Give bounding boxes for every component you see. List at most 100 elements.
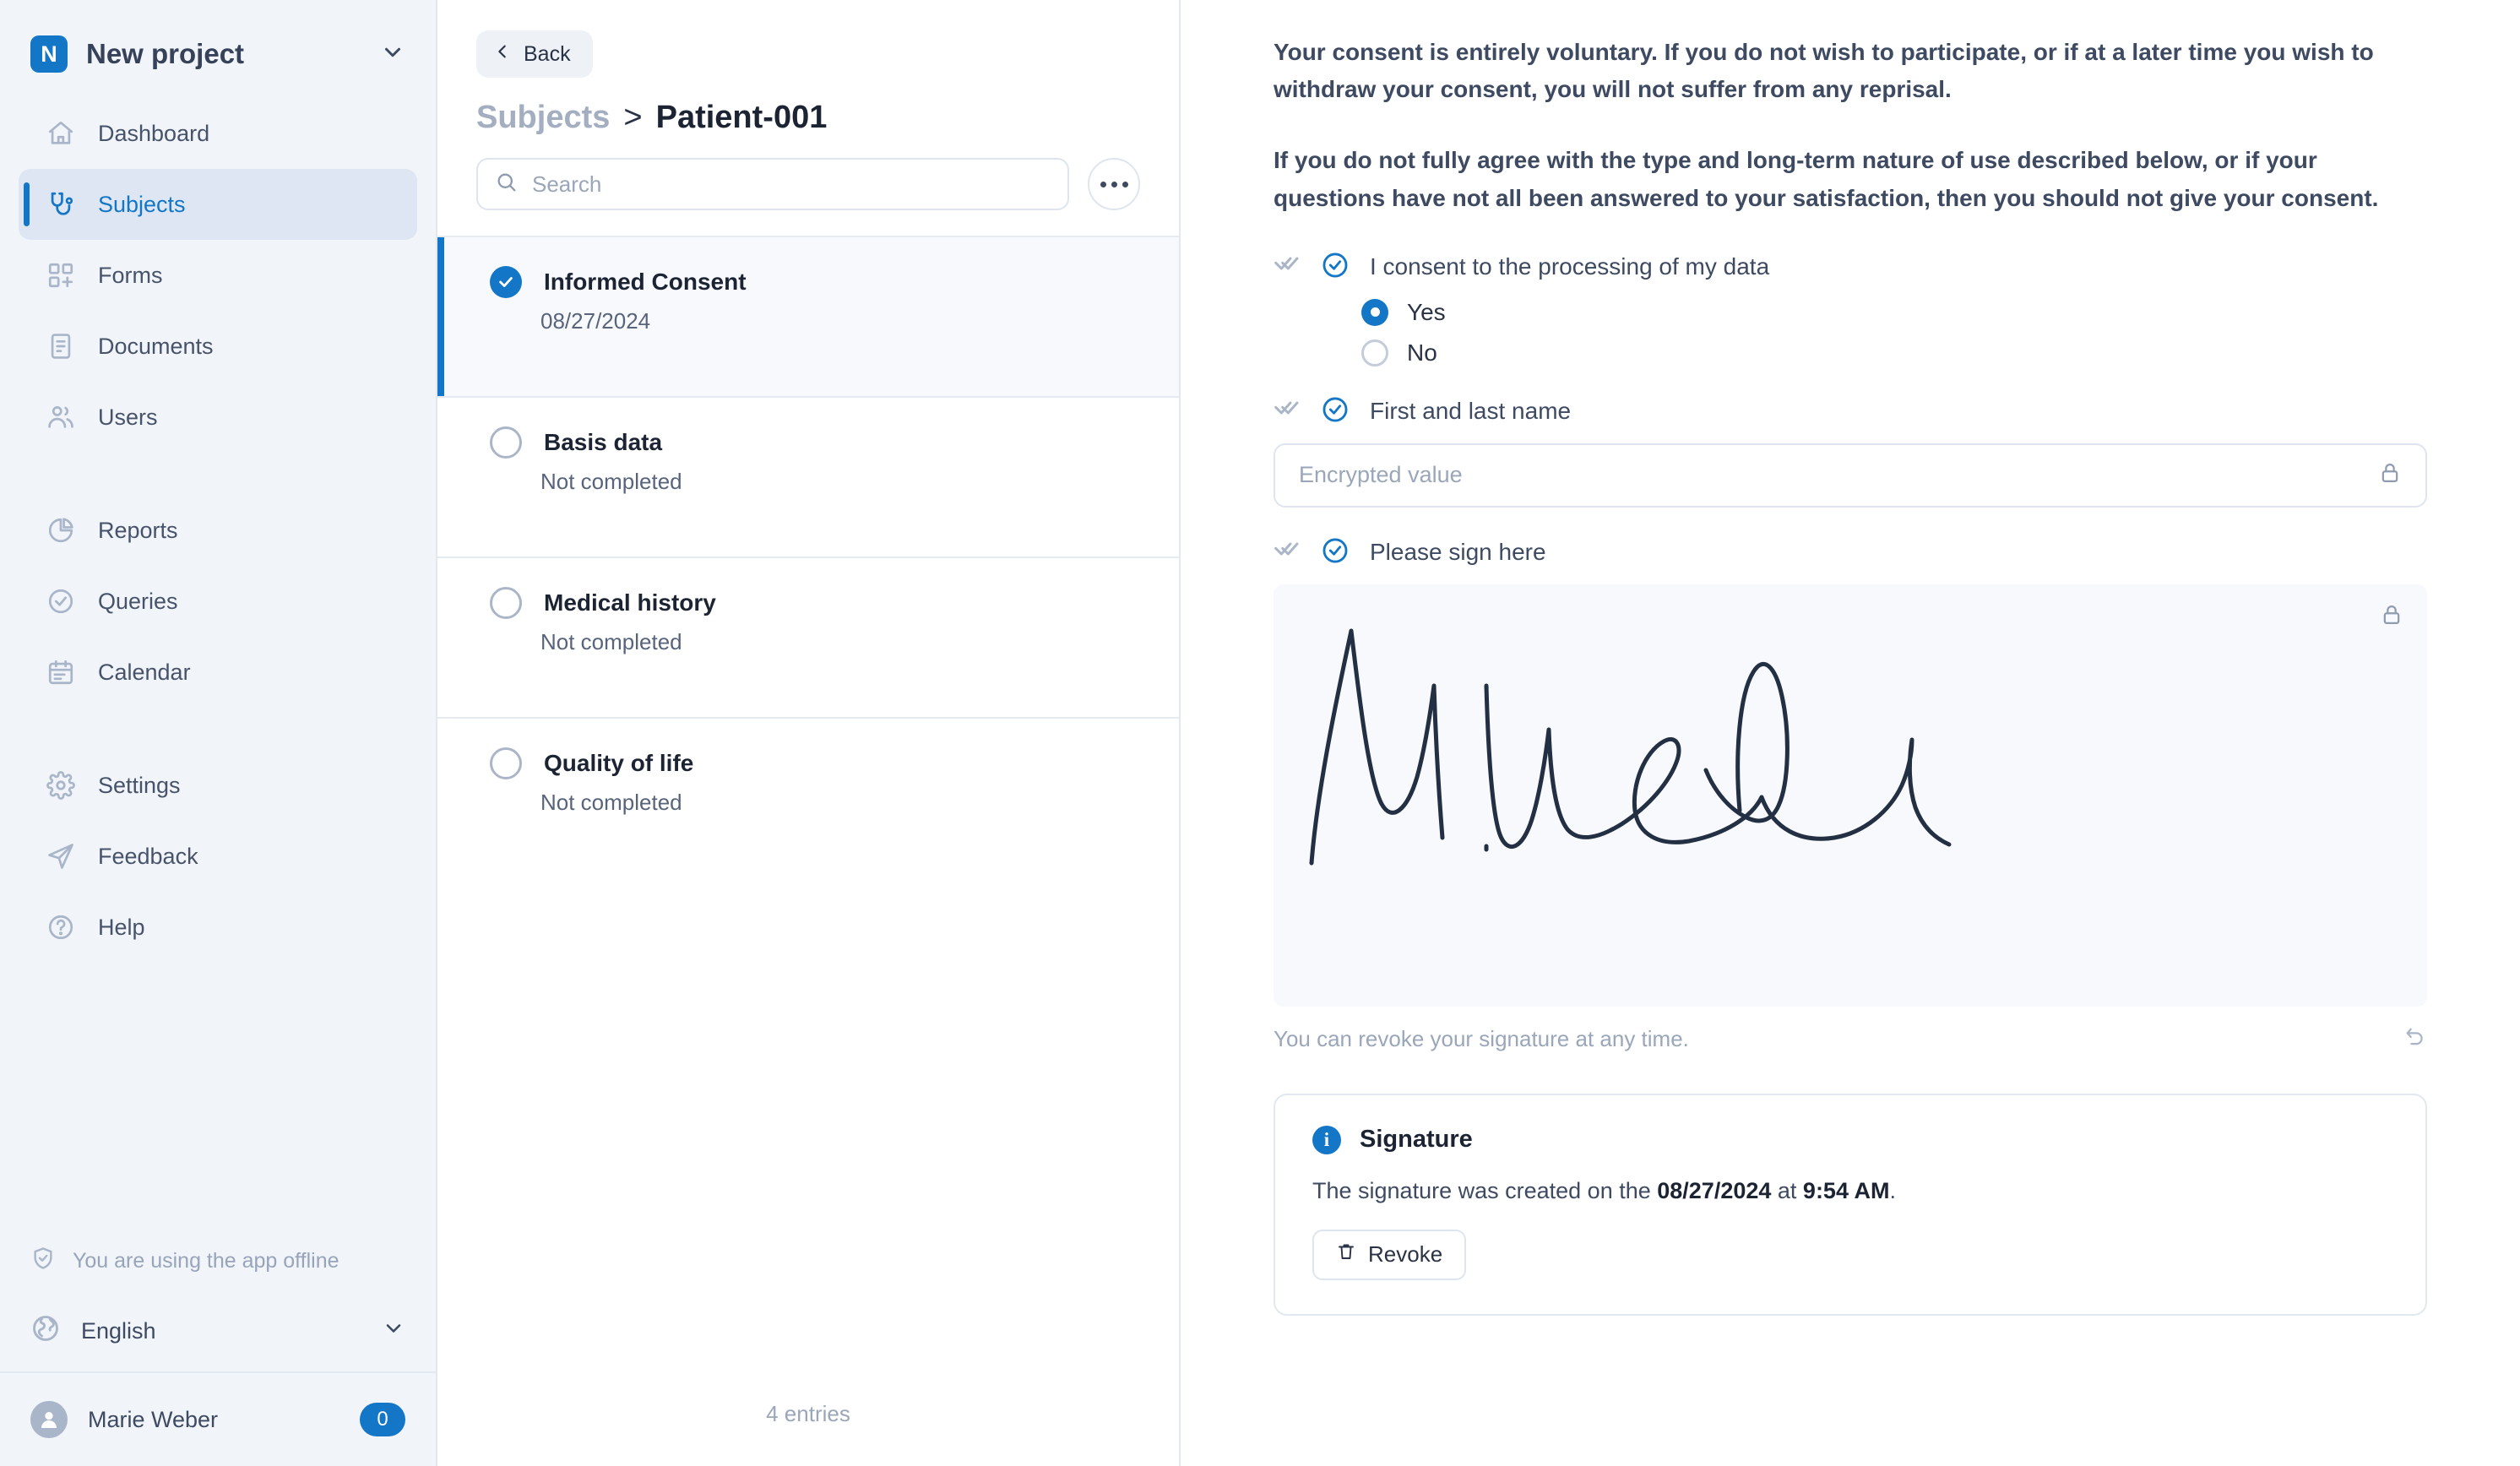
nav-group-divider-2 [19, 708, 417, 750]
signature-note-row: You can revoke your signature at any tim… [1274, 1025, 2427, 1053]
signature-field-label: Please sign here [1370, 539, 1546, 566]
signature-revoke-note: You can revoke your signature at any tim… [1274, 1025, 1689, 1051]
search-row [437, 136, 1179, 236]
consent-option-no[interactable]: No [1361, 339, 2427, 366]
signature-info-suffix: . [1889, 1177, 1896, 1203]
sidebar-item-label: Reports [98, 517, 178, 543]
ellipsis-icon [1100, 181, 1106, 187]
sidebar-item-label: Calendar [98, 659, 191, 685]
revoke-button[interactable]: Revoke [1312, 1229, 1467, 1280]
list-item[interactable]: Informed Consent 08/27/2024 [437, 236, 1179, 396]
sidebar-item-calendar[interactable]: Calendar [19, 637, 417, 708]
sidebar-item-help[interactable]: Help [19, 892, 417, 963]
sidebar-item-subjects[interactable]: Subjects [19, 169, 417, 240]
breadcrumb: Subjects > Patient-001 [437, 78, 1179, 136]
list-item-title: Medical history [544, 589, 716, 616]
chevron-down-icon [382, 1317, 405, 1346]
language-selector[interactable]: English [0, 1290, 436, 1371]
pie-chart-icon [46, 515, 76, 546]
status-not-completed-icon [490, 747, 522, 779]
consent-question-label: I consent to the processing of my data [1370, 253, 1770, 280]
offline-status: You are using the app offline [0, 1231, 436, 1290]
undo-icon[interactable] [2403, 1025, 2427, 1053]
document-icon [46, 331, 76, 361]
consent-option-label: Yes [1407, 298, 1446, 325]
sidebar-item-label: Users [98, 404, 158, 430]
list-item[interactable]: Basis data Not completed [437, 396, 1179, 557]
search-icon [495, 171, 519, 198]
sidebar-item-label: Dashboard [98, 120, 210, 146]
back-button[interactable]: Back [476, 30, 593, 78]
ellipsis-icon-dot3 [1122, 181, 1128, 187]
check-circle-outline-icon [1321, 536, 1351, 569]
search-input[interactable] [532, 171, 1051, 198]
project-name: New project [86, 38, 245, 69]
double-check-icon [1274, 396, 1302, 427]
double-check-icon [1274, 537, 1302, 568]
user-profile[interactable]: Marie Weber 0 [0, 1373, 436, 1466]
status-not-completed-icon [490, 587, 522, 619]
sidebar-item-dashboard[interactable]: Dashboard [19, 98, 417, 169]
app-root: N New project Dashboard Subjects Forms D… [0, 0, 2520, 1466]
list-item-head: Basis data [490, 426, 1140, 459]
project-switcher[interactable]: N New project [0, 0, 436, 98]
sidebar-item-users[interactable]: Users [19, 382, 417, 453]
sidebar-item-feedback[interactable]: Feedback [19, 821, 417, 892]
calendar-icon [46, 657, 76, 687]
globe-icon [30, 1313, 61, 1349]
status-not-completed-icon [490, 426, 522, 459]
check-circle-outline-icon [1321, 251, 1351, 284]
language-label: English [81, 1317, 156, 1344]
revoke-button-label: Revoke [1368, 1241, 1443, 1268]
consent-paragraph-2: If you do not fully agree with the type … [1274, 147, 2379, 211]
lock-icon [2380, 603, 2403, 631]
encrypted-name-input[interactable] [1299, 462, 2366, 489]
list-item-head: Medical history [490, 587, 1140, 619]
form-detail-panel: Your consent is entirely voluntary. If y… [1181, 0, 2520, 1466]
breadcrumb-separator: > [623, 100, 643, 135]
list-item-head: Quality of life [490, 747, 1140, 779]
sidebar-item-reports[interactable]: Reports [19, 495, 417, 566]
list-item-subtitle: Not completed [540, 469, 682, 494]
sidebar-item-queries[interactable]: Queries [19, 566, 417, 637]
paper-plane-icon [46, 841, 76, 871]
sidebar-item-label: Feedback [98, 843, 198, 869]
signature-info-head: i Signature [1312, 1125, 2388, 1154]
more-options-button[interactable] [1088, 158, 1140, 210]
sidebar-item-label: Queries [98, 588, 178, 614]
check-circle-outline-icon [1321, 395, 1351, 428]
trash-icon [1336, 1241, 1356, 1268]
list-item[interactable]: Quality of life Not completed [437, 717, 1179, 877]
list-item-head: Informed Consent [490, 266, 1140, 298]
sidebar-item-forms[interactable]: Forms [19, 240, 417, 311]
signature-field-label-row: Please sign here [1274, 536, 2427, 569]
signature-field-block: Please sign here You can revoke your sig… [1274, 536, 2427, 1053]
back-button-label: Back [524, 41, 571, 66]
sidebar-item-settings[interactable]: Settings [19, 750, 417, 821]
forms-list-panel: Back Subjects > Patient-001 Search Infor… [437, 0, 1181, 1466]
breadcrumb-current: Patient-001 [655, 100, 828, 135]
sidebar-item-label: Subjects [98, 191, 186, 217]
encrypted-name-input-wrap[interactable] [1274, 443, 2427, 508]
user-avatar-icon [30, 1401, 68, 1438]
signature-info-prefix: The signature was created on the [1312, 1177, 1658, 1203]
consent-option-label: No [1407, 339, 1437, 366]
users-icon [46, 402, 76, 432]
breadcrumb-parent[interactable]: Subjects [476, 100, 610, 136]
list-item[interactable]: Medical history Not completed [437, 557, 1179, 717]
sidebar-item-documents[interactable]: Documents [19, 311, 417, 382]
gear-icon [46, 770, 76, 801]
home-icon [46, 118, 76, 149]
signature-info-text: The signature was created on the 08/27/2… [1312, 1178, 2388, 1204]
signature-canvas[interactable] [1274, 584, 2427, 1007]
chevron-left-icon [493, 42, 512, 67]
entries-count: 4 entries [766, 1401, 850, 1426]
consent-paragraph-1: Your consent is entirely voluntary. If y… [1274, 39, 2374, 103]
search-box[interactable] [476, 158, 1069, 210]
sidebar-item-label: Settings [98, 772, 181, 798]
consent-option-yes[interactable]: Yes [1361, 298, 2427, 326]
info-icon: i [1312, 1125, 1341, 1154]
shield-check-icon [30, 1246, 56, 1277]
notification-badge[interactable]: 0 [360, 1403, 405, 1436]
